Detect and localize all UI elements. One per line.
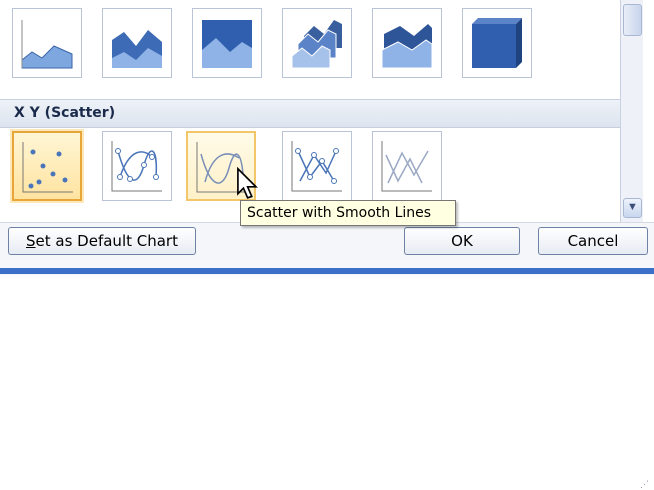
scatter-straight-lines-icon [381,141,432,192]
area-chart-thumbnail[interactable] [12,8,82,78]
3d-area-icon [291,20,342,69]
chevron-down-icon: ▼ [627,201,638,213]
100-stacked-area-chart-thumbnail[interactable] [192,8,262,78]
scatter-straight-lines-markers-thumbnail[interactable] [282,131,352,201]
stacked-area-icon [112,30,162,68]
scatter-straight-lines-thumbnail[interactable] [372,131,442,201]
vertical-scrollbar[interactable]: ▼ [620,0,643,222]
resize-grip-icon[interactable]: ⋰ [640,479,649,490]
100-stacked-area-icon [202,20,252,68]
set-as-default-chart-button[interactable]: Set as Default Chart [8,227,196,255]
scatter-smooth-lines-markers-thumbnail[interactable] [102,131,172,201]
mouse-pointer-icon [237,166,258,199]
stacked-area-chart-thumbnail[interactable] [102,8,172,78]
chart-type-tooltip: Scatter with Smooth Lines [240,200,456,226]
3d-stacked-area-chart-thumbnail[interactable] [372,8,442,78]
set-default-mnemonic: S [26,232,36,250]
3d-100-stacked-area-icon [472,18,522,68]
section-header-xy-scatter: X Y (Scatter) [0,99,620,128]
scatter-smooth-lines-markers-icon [111,141,162,192]
scatter-markers-thumbnail[interactable] [12,131,82,201]
section-title: X Y (Scatter) [14,105,116,121]
cancel-button[interactable]: Cancel [538,227,648,255]
scrollbar-thumb[interactable] [623,4,642,36]
3d-100-stacked-area-chart-thumbnail[interactable] [462,8,532,78]
scatter-straight-lines-markers-icon [291,141,342,192]
ok-button[interactable]: OK [404,227,520,255]
chart-gallery: X Y (Scatter) [0,0,620,222]
window-bottom-edge [0,268,654,274]
scroll-down-button[interactable]: ▼ [623,198,642,218]
area-icon [21,20,73,69]
set-default-label-rest: et as Default Chart [35,232,178,250]
3d-stacked-area-icon [381,24,433,69]
scatter-markers-icon [22,142,73,193]
3d-area-chart-thumbnail[interactable] [282,8,352,78]
